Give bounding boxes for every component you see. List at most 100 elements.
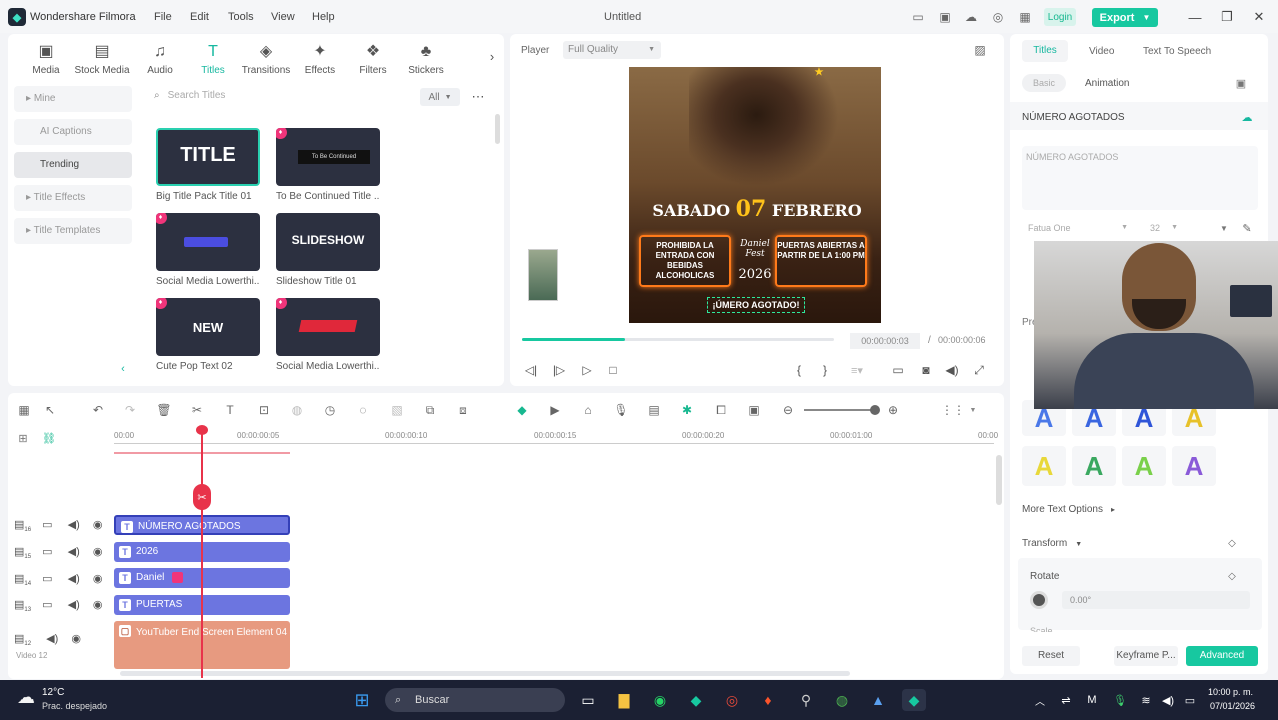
folder-icon[interactable]: ▭ [42,546,52,558]
link-icon[interactable]: ⛓ [42,431,56,445]
folder-icon[interactable]: ▭ [42,519,52,531]
delete-icon[interactable]: 🗑 [156,402,172,418]
title-card[interactable]: ♦ Social Media Lowerthi... [276,298,380,372]
reset-button[interactable]: Reset [1022,646,1080,666]
undo-icon[interactable]: ↶ [90,402,106,418]
menu-view[interactable]: View [271,11,295,23]
sidebar-item-trending[interactable]: Trending [14,152,132,178]
ai-tool-icon[interactable]: ✱ [679,402,695,418]
windows-start-icon[interactable]: ⊞ [350,689,374,711]
preset-style[interactable]: A [1122,446,1166,486]
mute-icon[interactable]: ◀) [68,519,80,531]
playhead-handle[interactable] [196,425,208,435]
chevron-right-icon[interactable]: › [486,48,498,64]
snapshot-icon[interactable]: ▨ [972,42,988,58]
chevron-down-icon[interactable]: ▼ [1218,222,1230,234]
filter-select[interactable]: All ▼ [420,88,460,106]
track-lock-icon[interactable]: ▤ [14,633,24,645]
selected-title-box[interactable]: ¡ÚMERO AGOTADO! [707,297,805,313]
fullscreen-icon[interactable]: ⤢ [971,362,987,378]
progress-track[interactable] [522,338,834,341]
microphone-icon[interactable]: 🎙 [613,402,629,418]
save-icon[interactable]: ▣ [937,9,953,25]
split-icon[interactable]: ✂ [189,402,205,418]
play-reverse-icon[interactable]: |▷ [551,362,567,378]
rotate-value-input[interactable]: 0.00° [1062,591,1250,609]
eye-icon[interactable]: ◉ [93,519,103,531]
menu-tools[interactable]: Tools [228,11,254,23]
export-button[interactable]: Export ▼ [1092,8,1158,27]
battery-icon[interactable]: ▭ [1182,692,1198,708]
mark-out-icon[interactable]: } [818,362,832,378]
title-card[interactable]: TITLE Big Title Pack Title 01 [156,128,260,202]
preset-style[interactable]: A [1022,446,1066,486]
menu-edit[interactable]: Edit [190,11,209,23]
render-preview-icon[interactable]: ▶ [547,402,563,418]
menu-file[interactable]: File [154,11,172,23]
title-card[interactable]: ♦ Social Media Lowerthi... [156,213,260,287]
minimize-icon[interactable]: — [1186,8,1204,26]
advanced-button[interactable]: Advanced [1186,646,1258,666]
pip-icon[interactable]: ⧠ [713,402,729,418]
maximize-icon[interactable]: ❐ [1218,8,1236,26]
weather-desc[interactable]: Prac. despejado [42,701,107,711]
marker-icon[interactable]: ⌂ [580,402,596,418]
tab-titles[interactable]: T Titles [185,42,241,76]
play-icon[interactable]: ▷ [579,362,595,378]
stop-icon[interactable]: □ [605,362,621,378]
overlay-thumbnail[interactable] [528,249,558,301]
camera-icon[interactable]: ◙ [918,362,934,378]
sidebar-item-title-templates[interactable]: ▸ Title Templates [14,218,132,244]
title-card[interactable]: SLIDESHOW Slideshow Title 01 [276,213,380,287]
mark-in-icon[interactable]: { [792,362,806,378]
search-input[interactable]: ⌕ Search Titles [154,86,414,106]
photos-icon[interactable]: ▲ [866,689,890,711]
filmora-taskbar-icon[interactable]: ◆ [684,689,708,711]
tab-video-props[interactable]: Video [1089,46,1114,57]
more-options-icon[interactable]: ⋯ [470,88,486,106]
folder-icon[interactable]: ▭ [42,599,52,611]
rotate-dial[interactable] [1030,591,1048,609]
color-picker-icon[interactable]: ✎ [1240,221,1254,235]
mask-icon[interactable]: ◌ [355,402,371,418]
tab-text-to-speech[interactable]: Text To Speech [1143,46,1211,57]
marker-menu-icon[interactable]: ≡▾ [846,362,868,378]
title-card[interactable]: ♦ To Be Continued To Be Continued Title .… [276,128,380,202]
select-tool-icon[interactable]: ↖ [42,402,58,418]
crop-icon[interactable]: ⊡ [256,402,272,418]
tab-media[interactable]: ▣ Media [18,42,74,76]
wifi-icon[interactable]: ≋ [1138,692,1154,708]
grid-icon[interactable]: ▦ [1017,9,1033,25]
sidebar-item-mine[interactable]: ▸ Mine [14,86,132,112]
mute-icon[interactable]: ◀) [68,599,80,611]
chevron-up-icon[interactable]: ︿ [1032,692,1048,708]
voiceover-icon[interactable]: ▤ [646,402,662,418]
subtab-animation[interactable]: Animation [1085,78,1129,89]
timeline-scrollbar-horizontal[interactable] [120,671,850,676]
file-explorer-icon[interactable]: ▇ [612,689,636,711]
detach-icon[interactable]: ⧈ [455,402,471,418]
speed-icon[interactable]: ◷ [322,402,338,418]
mail-icon[interactable]: M [1084,692,1100,708]
mute-icon[interactable]: ◀) [68,573,80,585]
layout-icon[interactable]: ▦ [16,402,32,418]
zoom-out-icon[interactable]: ⊖ [780,402,796,418]
menu-help[interactable]: Help [312,11,335,23]
eye-icon[interactable]: ◉ [93,573,103,585]
snapshot-tool-icon[interactable]: ▣ [746,402,762,418]
more-text-options[interactable]: More Text Options ▸ [1022,504,1115,515]
track-lock-icon[interactable]: ▤ [14,599,24,611]
weather-icon[interactable]: ☁ [14,686,38,708]
tab-titles-props[interactable]: Titles [1022,40,1068,62]
zoom-slider[interactable] [804,409,876,411]
cloud-icon[interactable]: ☁ [963,9,979,25]
ai-icon[interactable]: ☁ [1240,110,1254,124]
redo-icon[interactable]: ↷ [122,402,138,418]
volume-icon[interactable]: ◀) [944,362,960,378]
whatsapp-icon[interactable]: ◉ [648,689,672,711]
time-ruler[interactable]: 00:00 00:00:00:05 00:00:00:10 00:00:00:1… [114,431,998,453]
prev-frame-icon[interactable]: ◁| [523,362,539,378]
save-preset-icon[interactable]: ▣ [1234,76,1248,90]
chevron-down-icon[interactable]: ▼ [968,405,978,415]
quality-select[interactable]: Full Quality ▼ [563,41,661,59]
